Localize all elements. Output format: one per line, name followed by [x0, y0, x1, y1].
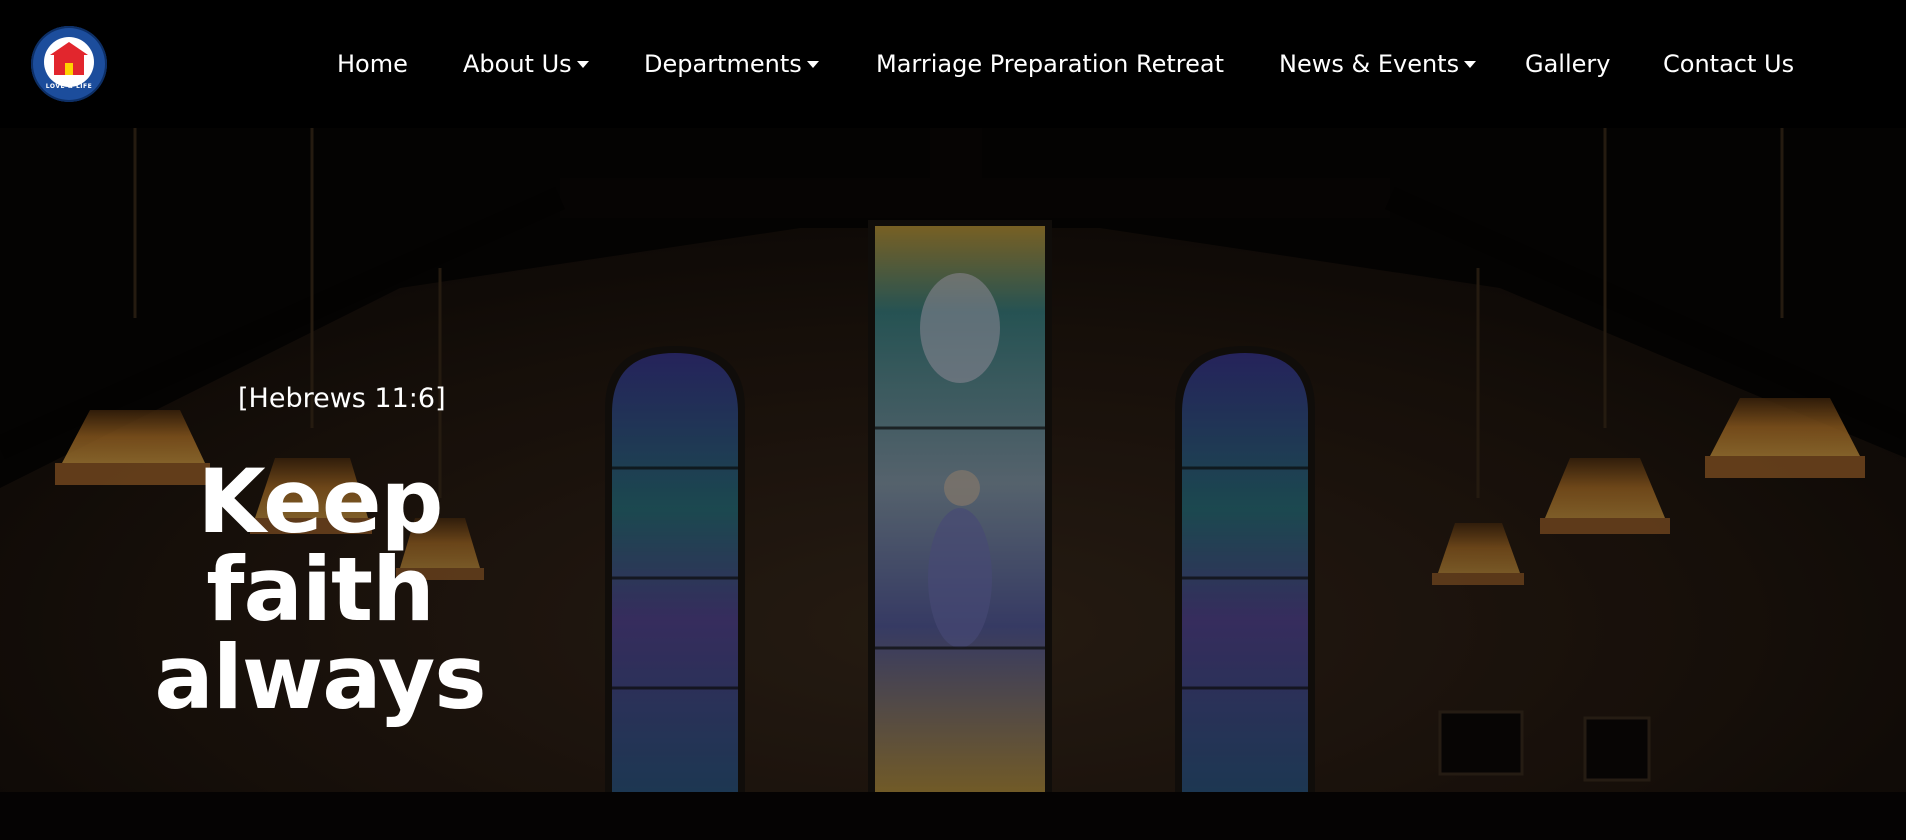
site-header: LOVE & LIFE Home About Us Departments Ma…: [0, 0, 1906, 128]
nav-item-label: Marriage Preparation Retreat: [876, 50, 1224, 78]
nav-item-label: Gallery: [1525, 50, 1611, 78]
hero-headline: Keep faith always: [120, 458, 520, 722]
hero-verse-reference: [Hebrews 11:6]: [238, 383, 446, 414]
headline-line: Keep: [197, 450, 443, 553]
hero-banner: [Hebrews 11:6] Keep faith always: [0, 128, 1906, 840]
nav-item-departments[interactable]: Departments: [644, 44, 819, 84]
nav-item-label: Departments: [644, 50, 802, 78]
nav-item-home[interactable]: Home: [337, 44, 408, 84]
main-nav: Home About Us Departments Marriage Prepa…: [0, 44, 1906, 84]
nav-item-about-us[interactable]: About Us: [463, 44, 589, 84]
logo-ring-text: LOVE & LIFE: [45, 83, 93, 90]
caret-down-icon: [576, 61, 589, 68]
nav-item-gallery[interactable]: Gallery: [1525, 44, 1610, 84]
nav-item-label: News & Events: [1279, 50, 1460, 78]
nav-item-label: About Us: [463, 50, 572, 78]
headline-line: always: [154, 626, 486, 729]
nav-item-label: Home: [337, 50, 408, 78]
headline-line: faith: [206, 538, 435, 641]
nav-item-contact-us[interactable]: Contact Us: [1663, 44, 1794, 84]
nav-item-marriage-preparation-retreat[interactable]: Marriage Preparation Retreat: [876, 44, 1224, 84]
nav-item-label: Contact Us: [1663, 50, 1795, 78]
caret-down-icon: [1464, 61, 1477, 68]
nav-item-news-events[interactable]: News & Events: [1279, 44, 1477, 84]
caret-down-icon: [806, 61, 819, 68]
